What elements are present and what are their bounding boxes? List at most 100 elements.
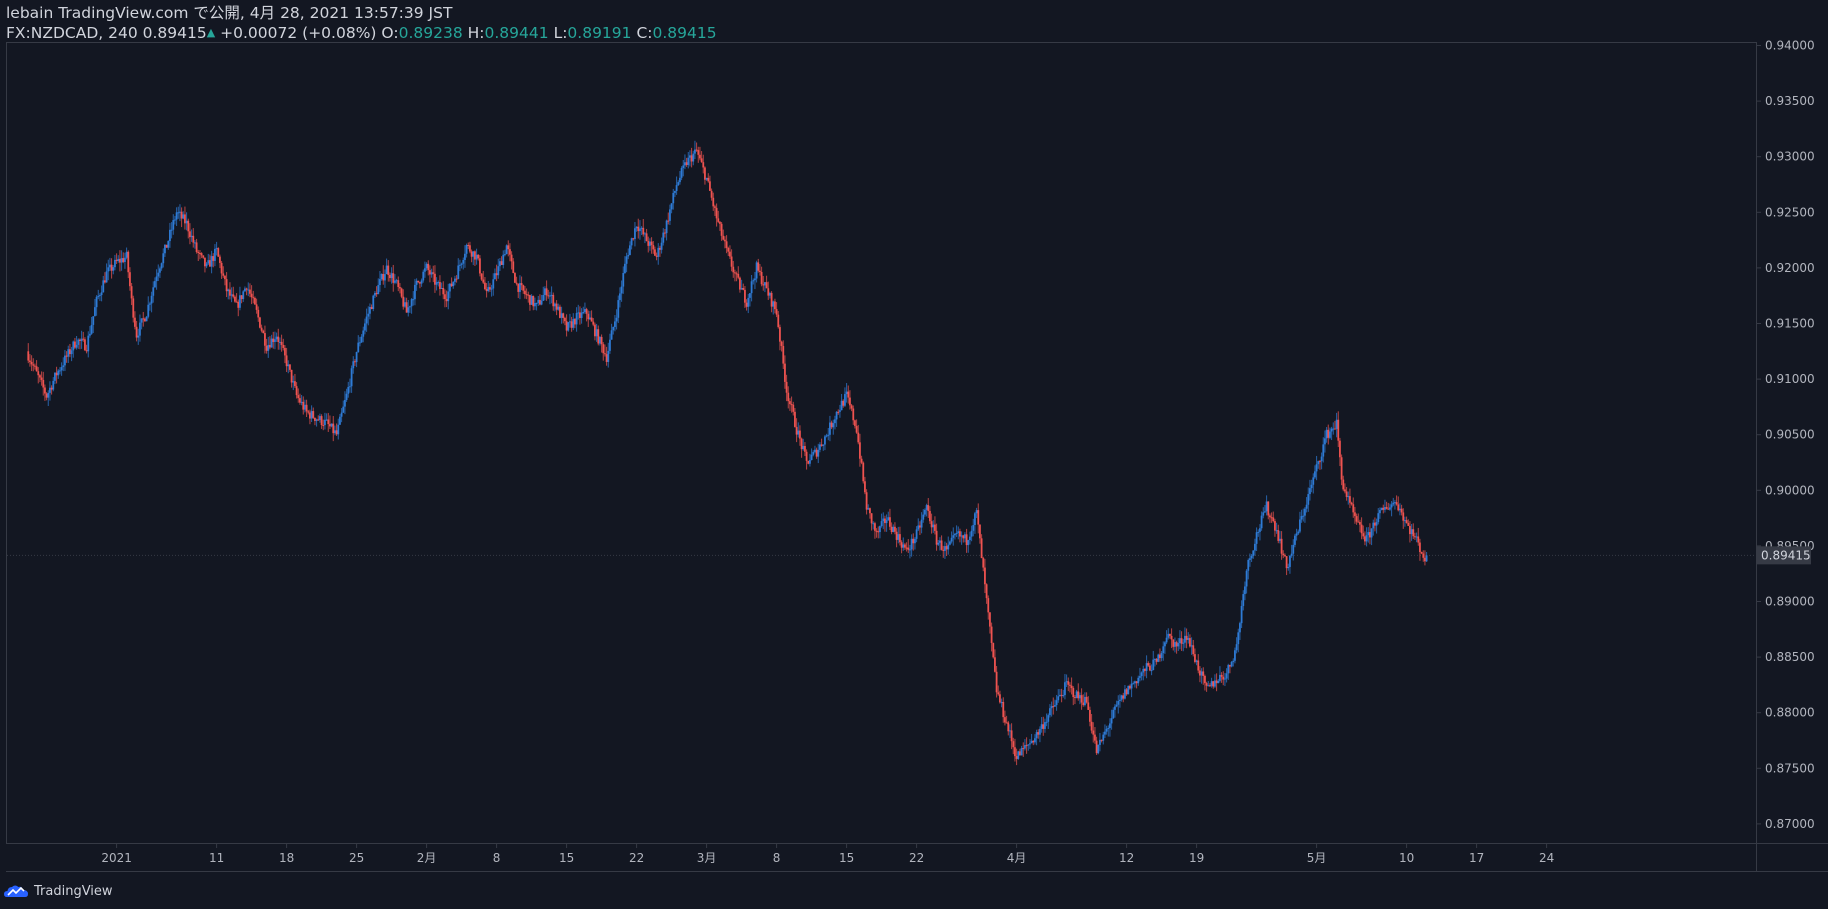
- candle-body: [1044, 722, 1046, 729]
- candle-body: [512, 261, 515, 274]
- candle-body: [502, 254, 505, 265]
- candle-body: [857, 432, 860, 443]
- candle-body: [39, 375, 41, 378]
- candle-body: [382, 273, 385, 281]
- candle-body: [1332, 428, 1335, 430]
- candle-body: [1315, 464, 1318, 472]
- candle-body: [1214, 680, 1216, 687]
- candle-body: [1194, 654, 1196, 662]
- candle-body: [825, 435, 828, 437]
- candle-body: [325, 419, 328, 421]
- candle-body: [525, 294, 528, 296]
- candle-body: [695, 149, 698, 151]
- candle-body: [182, 214, 185, 219]
- candle-body: [900, 542, 903, 548]
- candle-body: [1144, 668, 1146, 671]
- candle-body: [469, 245, 471, 252]
- candle-body: [229, 289, 231, 296]
- candle-body: [189, 231, 191, 238]
- candle-body: [487, 287, 490, 292]
- candle-body: [1067, 681, 1070, 685]
- candle-body: [1212, 681, 1215, 687]
- candle-body: [219, 256, 221, 263]
- candle-body: [507, 245, 510, 250]
- candle-body: [780, 341, 783, 346]
- candle-body: [390, 273, 393, 279]
- candle-body: [767, 288, 770, 296]
- candle-body: [959, 531, 961, 537]
- candle-body: [527, 294, 530, 296]
- candle-body: [1112, 709, 1115, 719]
- candle-body: [509, 249, 511, 255]
- candle-body: [1277, 530, 1280, 541]
- candle-body: [1360, 524, 1363, 534]
- candle-body: [1072, 688, 1075, 698]
- candle-body: [704, 167, 706, 180]
- candle-body: [1290, 553, 1293, 556]
- footer-brand[interactable]: TradingView: [34, 884, 113, 899]
- candle-body: [1199, 670, 1201, 676]
- candle-body: [324, 419, 326, 426]
- candle-body: [814, 449, 816, 452]
- candle-body: [854, 420, 856, 426]
- candle-body: [1134, 681, 1136, 684]
- candle-body: [1250, 555, 1253, 559]
- candle-body: [659, 247, 661, 250]
- candle-body: [460, 263, 463, 265]
- candle-body: [609, 339, 611, 351]
- candle-body: [1269, 515, 1271, 518]
- candle-body: [1182, 642, 1185, 644]
- candle-body: [625, 256, 628, 264]
- footer[interactable]: TradingView: [4, 880, 113, 902]
- candle-body: [515, 282, 518, 284]
- candle-body: [665, 220, 668, 234]
- candle-body: [652, 245, 655, 250]
- candle-body: [384, 274, 386, 281]
- candle-body: [1017, 751, 1020, 759]
- candle-body: [500, 261, 503, 265]
- candle-body: [755, 262, 758, 279]
- candle-body: [234, 296, 236, 302]
- candle-body: [27, 351, 30, 361]
- candle-body: [37, 371, 40, 376]
- candle-body: [447, 291, 450, 302]
- candle-body: [1302, 515, 1305, 517]
- candle-body: [1365, 535, 1368, 542]
- candle-body: [149, 303, 151, 305]
- candle-body: [1424, 557, 1426, 562]
- candle-body: [1412, 529, 1415, 537]
- price-axis[interactable]: 0.94000 0.93500 0.93000 0.92500 0.92000 0.915…: [1756, 39, 1815, 831]
- candle-body: [702, 162, 705, 168]
- candle-body: [239, 295, 241, 308]
- candle-body: [547, 295, 550, 297]
- candle-body: [1132, 683, 1135, 685]
- time-axis[interactable]: 2021 11 18 25 2月 8 15 22 3月 8 15 22 4月 12 19 5月 10 17 24: [101, 843, 1554, 865]
- candle-body: [424, 268, 426, 272]
- candle-body: [672, 192, 675, 204]
- candle-body: [1007, 722, 1010, 732]
- candle-body: [990, 626, 993, 643]
- candle-body: [1065, 681, 1068, 683]
- candle-body: [692, 153, 695, 162]
- candle-body: [470, 251, 473, 257]
- candle-body: [57, 370, 60, 376]
- candle-body: [1059, 694, 1061, 697]
- candle-body: [839, 410, 841, 412]
- price-chart[interactable]: 0.94000 0.93500 0.93000 0.92500 0.92000 0.915…: [0, 0, 1828, 909]
- candle-body: [1094, 734, 1096, 741]
- candle-body: [1050, 706, 1053, 709]
- candle-body: [1295, 533, 1298, 536]
- candle-body: [322, 425, 325, 427]
- candle-body: [339, 416, 341, 425]
- candle-body: [674, 190, 676, 193]
- candle-body: [1069, 684, 1071, 686]
- candle-body: [144, 318, 146, 322]
- candle-body: [145, 316, 148, 322]
- candle-body: [1049, 708, 1051, 716]
- candle-body: [1409, 525, 1411, 535]
- candle-body: [942, 549, 945, 551]
- candle-body: [964, 534, 966, 539]
- candle-body: [505, 245, 508, 255]
- candle-body: [1257, 531, 1260, 533]
- candle-body: [74, 341, 76, 348]
